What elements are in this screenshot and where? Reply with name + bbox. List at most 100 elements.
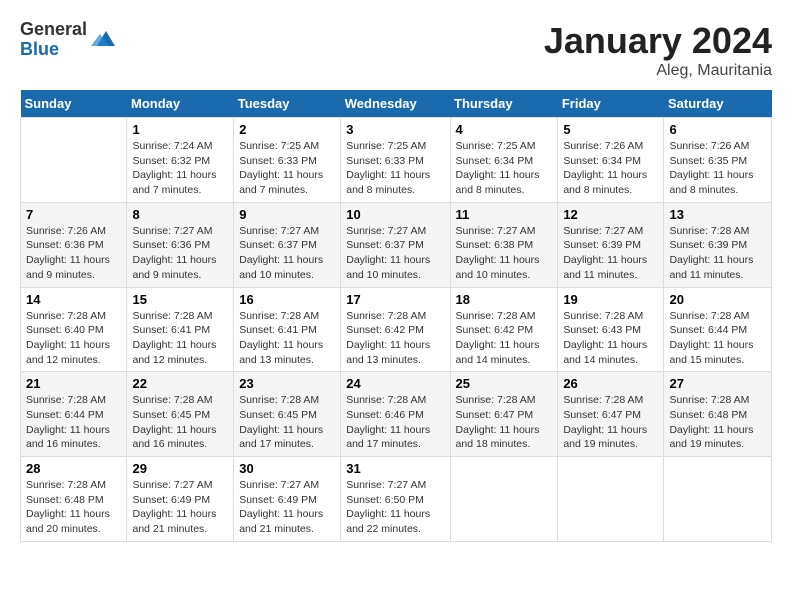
day-header: Tuesday	[234, 90, 341, 118]
calendar-day-cell	[450, 457, 558, 542]
day-info: Sunrise: 7:28 AM Sunset: 6:48 PM Dayligh…	[669, 393, 766, 452]
day-info: Sunrise: 7:27 AM Sunset: 6:37 PM Dayligh…	[239, 224, 335, 283]
calendar-day-cell: 29Sunrise: 7:27 AM Sunset: 6:49 PM Dayli…	[127, 457, 234, 542]
day-info: Sunrise: 7:28 AM Sunset: 6:45 PM Dayligh…	[239, 393, 335, 452]
calendar-day-cell: 25Sunrise: 7:28 AM Sunset: 6:47 PM Dayli…	[450, 372, 558, 457]
calendar-day-cell: 31 Sunrise: 7:27 AM Sunset: 6:50 PM Dayli…	[341, 457, 450, 542]
calendar-day-cell: 18 Sunrise: 7:28 AM Sunset: 6:42 PM Dayli…	[450, 287, 558, 372]
calendar-day-cell: 14 Sunrise: 7:28 AM Sunset: 6:40 PM Dayli…	[21, 287, 127, 372]
day-number: 9	[239, 207, 335, 222]
day-number: 6	[669, 122, 766, 137]
day-header: Sunday	[21, 90, 127, 118]
day-number: 23	[239, 376, 335, 391]
calendar-day-cell: 16 Sunrise: 7:28 AM Sunset: 6:41 PM Dayli…	[234, 287, 341, 372]
calendar-week-row: 7 Sunrise: 7:26 AM Sunset: 6:36 PM Daylig…	[21, 202, 772, 287]
calendar-day-cell: 26Sunrise: 7:28 AM Sunset: 6:47 PM Dayli…	[558, 372, 664, 457]
day-info: Sunrise: 7:28 AM Sunset: 6:43 PM Dayligh…	[563, 309, 658, 368]
day-number: 18	[456, 292, 553, 307]
calendar-week-row: 28Sunrise: 7:28 AM Sunset: 6:48 PM Dayli…	[21, 457, 772, 542]
day-number: 15	[132, 292, 228, 307]
day-info: Sunrise: 7:28 AM Sunset: 6:41 PM Dayligh…	[132, 309, 228, 368]
logo-icon	[91, 28, 115, 52]
day-number: 7	[26, 207, 121, 222]
calendar-day-cell: 10Sunrise: 7:27 AM Sunset: 6:37 PM Dayli…	[341, 202, 450, 287]
calendar-day-cell: 8 Sunrise: 7:27 AM Sunset: 6:36 PM Daylig…	[127, 202, 234, 287]
day-info: Sunrise: 7:28 AM Sunset: 6:42 PM Dayligh…	[456, 309, 553, 368]
calendar-day-cell: 9 Sunrise: 7:27 AM Sunset: 6:37 PM Daylig…	[234, 202, 341, 287]
day-number: 20	[669, 292, 766, 307]
day-info: Sunrise: 7:27 AM Sunset: 6:37 PM Dayligh…	[346, 224, 444, 283]
calendar-day-cell: 17Sunrise: 7:28 AM Sunset: 6:42 PM Dayli…	[341, 287, 450, 372]
title-location: Aleg, Mauritania	[544, 62, 772, 80]
day-header: Thursday	[450, 90, 558, 118]
calendar-header: SundayMondayTuesdayWednesdayThursdayFrid…	[21, 90, 772, 118]
day-number: 4	[456, 122, 553, 137]
calendar-day-cell: 1 Sunrise: 7:24 AM Sunset: 6:32 PM Daylig…	[127, 118, 234, 203]
day-number: 17	[346, 292, 444, 307]
day-info: Sunrise: 7:26 AM Sunset: 6:35 PM Dayligh…	[669, 139, 766, 198]
day-header: Wednesday	[341, 90, 450, 118]
day-info: Sunrise: 7:27 AM Sunset: 6:36 PM Dayligh…	[132, 224, 228, 283]
calendar-day-cell: 5 Sunrise: 7:26 AM Sunset: 6:34 PM Daylig…	[558, 118, 664, 203]
day-number: 29	[132, 461, 228, 476]
day-info: Sunrise: 7:28 AM Sunset: 6:39 PM Dayligh…	[669, 224, 766, 283]
day-number: 5	[563, 122, 658, 137]
day-info: Sunrise: 7:28 AM Sunset: 6:45 PM Dayligh…	[132, 393, 228, 452]
day-info: Sunrise: 7:28 AM Sunset: 6:44 PM Dayligh…	[669, 309, 766, 368]
day-info: Sunrise: 7:25 AM Sunset: 6:33 PM Dayligh…	[346, 139, 444, 198]
day-number: 25	[456, 376, 553, 391]
day-number: 24	[346, 376, 444, 391]
day-number: 31	[346, 461, 444, 476]
day-number: 30	[239, 461, 335, 476]
calendar-day-cell: 12Sunrise: 7:27 AM Sunset: 6:39 PM Dayli…	[558, 202, 664, 287]
day-number: 22	[132, 376, 228, 391]
calendar-table: SundayMondayTuesdayWednesdayThursdayFrid…	[20, 90, 772, 542]
calendar-day-cell: 15 Sunrise: 7:28 AM Sunset: 6:41 PM Dayli…	[127, 287, 234, 372]
day-info: Sunrise: 7:28 AM Sunset: 6:46 PM Dayligh…	[346, 393, 444, 452]
day-number: 27	[669, 376, 766, 391]
calendar-day-cell	[21, 118, 127, 203]
day-info: Sunrise: 7:28 AM Sunset: 6:44 PM Dayligh…	[26, 393, 121, 452]
calendar-day-cell: 28Sunrise: 7:28 AM Sunset: 6:48 PM Dayli…	[21, 457, 127, 542]
day-info: Sunrise: 7:28 AM Sunset: 6:48 PM Dayligh…	[26, 478, 121, 537]
calendar-day-cell: 2Sunrise: 7:25 AM Sunset: 6:33 PM Daylig…	[234, 118, 341, 203]
day-info: Sunrise: 7:28 AM Sunset: 6:40 PM Dayligh…	[26, 309, 121, 368]
calendar-day-cell: 3 Sunrise: 7:25 AM Sunset: 6:33 PM Daylig…	[341, 118, 450, 203]
day-number: 1	[132, 122, 228, 137]
day-number: 13	[669, 207, 766, 222]
calendar-day-cell: 27 Sunrise: 7:28 AM Sunset: 6:48 PM Dayli…	[664, 372, 772, 457]
day-number: 26	[563, 376, 658, 391]
calendar-day-cell: 6 Sunrise: 7:26 AM Sunset: 6:35 PM Daylig…	[664, 118, 772, 203]
day-number: 3	[346, 122, 444, 137]
page-header: General Blue January 2024 Aleg, Mauritan…	[20, 20, 772, 80]
day-number: 21	[26, 376, 121, 391]
day-info: Sunrise: 7:26 AM Sunset: 6:36 PM Dayligh…	[26, 224, 121, 283]
calendar-day-cell: 4 Sunrise: 7:25 AM Sunset: 6:34 PM Daylig…	[450, 118, 558, 203]
calendar-day-cell: 11Sunrise: 7:27 AM Sunset: 6:38 PM Dayli…	[450, 202, 558, 287]
calendar-day-cell: 20 Sunrise: 7:28 AM Sunset: 6:44 PM Dayli…	[664, 287, 772, 372]
calendar-week-row: 14 Sunrise: 7:28 AM Sunset: 6:40 PM Dayli…	[21, 287, 772, 372]
day-info: Sunrise: 7:24 AM Sunset: 6:32 PM Dayligh…	[132, 139, 228, 198]
day-number: 14	[26, 292, 121, 307]
calendar-day-cell: 24 Sunrise: 7:28 AM Sunset: 6:46 PM Dayli…	[341, 372, 450, 457]
calendar-day-cell: 21 Sunrise: 7:28 AM Sunset: 6:44 PM Dayli…	[21, 372, 127, 457]
day-number: 2	[239, 122, 335, 137]
day-info: Sunrise: 7:27 AM Sunset: 6:39 PM Dayligh…	[563, 224, 658, 283]
day-number: 16	[239, 292, 335, 307]
day-info: Sunrise: 7:27 AM Sunset: 6:38 PM Dayligh…	[456, 224, 553, 283]
day-info: Sunrise: 7:27 AM Sunset: 6:50 PM Dayligh…	[346, 478, 444, 537]
calendar-week-row: 21 Sunrise: 7:28 AM Sunset: 6:44 PM Dayli…	[21, 372, 772, 457]
day-info: Sunrise: 7:26 AM Sunset: 6:34 PM Dayligh…	[563, 139, 658, 198]
day-info: Sunrise: 7:28 AM Sunset: 6:41 PM Dayligh…	[239, 309, 335, 368]
day-info: Sunrise: 7:27 AM Sunset: 6:49 PM Dayligh…	[239, 478, 335, 537]
day-info: Sunrise: 7:25 AM Sunset: 6:34 PM Dayligh…	[456, 139, 553, 198]
calendar-day-cell	[558, 457, 664, 542]
title-month: January 2024	[544, 20, 772, 62]
calendar-day-cell: 13 Sunrise: 7:28 AM Sunset: 6:39 PM Dayli…	[664, 202, 772, 287]
calendar-day-cell: 30 Sunrise: 7:27 AM Sunset: 6:49 PM Dayli…	[234, 457, 341, 542]
day-header: Saturday	[664, 90, 772, 118]
day-number: 8	[132, 207, 228, 222]
title-block: January 2024 Aleg, Mauritania	[544, 20, 772, 80]
calendar-day-cell	[664, 457, 772, 542]
calendar-day-cell: 19Sunrise: 7:28 AM Sunset: 6:43 PM Dayli…	[558, 287, 664, 372]
